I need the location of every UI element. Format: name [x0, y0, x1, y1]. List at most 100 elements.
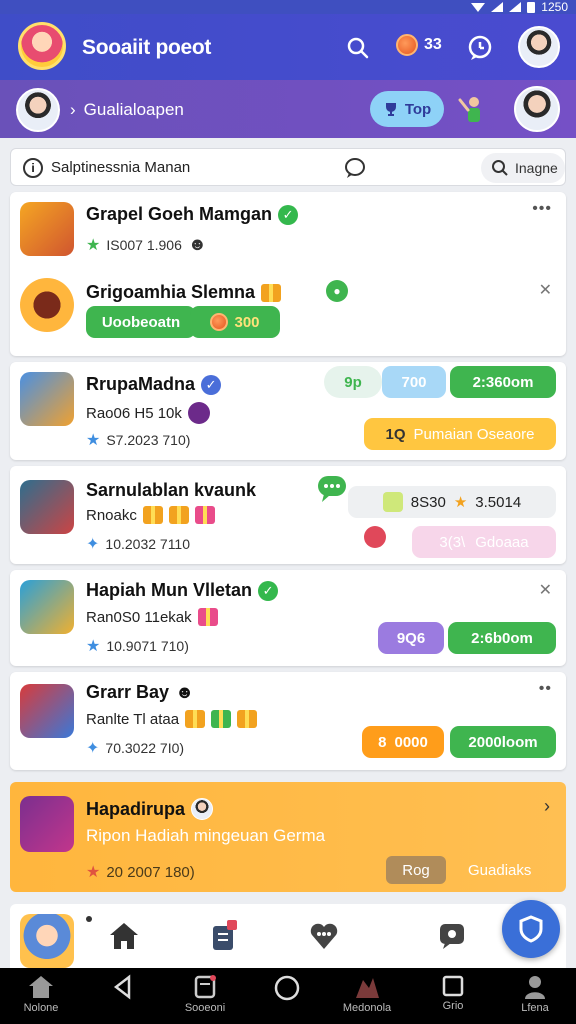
- game-stat: ✦ 10.2032 7110: [86, 536, 191, 553]
- star-icon: ★: [86, 864, 101, 881]
- ticket-icon: [382, 492, 403, 512]
- game-title: Grarr Bay ☻: [86, 682, 195, 702]
- game-card[interactable]: RrupaMadna ✓ Rao06 H5 10k ★ S7.2023 710)…: [10, 362, 566, 460]
- search-field-label: Inagne: [515, 160, 558, 176]
- sub-bar-title: Gualialoapen: [83, 100, 184, 119]
- badge-icon: [364, 526, 386, 548]
- waving-person-icon: [458, 97, 480, 122]
- promo-subtitle: Ripon Hadiah mingeuan Germa: [86, 826, 326, 845]
- smile-icon: ☻: [187, 234, 207, 254]
- promo-box-icon: [20, 796, 74, 852]
- ticket-pill[interactable]: 8 0000: [362, 726, 444, 758]
- promo-card[interactable]: Hapadirupa Ripon Hadiah mingeuan Germa ★…: [10, 782, 566, 892]
- score-bar[interactable]: 8S30 ★ 3.5014: [348, 486, 556, 518]
- star-icon: ★: [453, 494, 468, 511]
- back-button[interactable]: [88, 974, 158, 1000]
- bottom-tab-bar: [10, 904, 566, 968]
- coin-reward-pill[interactable]: 300: [190, 306, 280, 338]
- online-badge: ●: [326, 280, 348, 302]
- promo-link[interactable]: Guadiaks: [468, 862, 531, 879]
- chat-bubble-icon[interactable]: [316, 474, 350, 504]
- chat-button[interactable]: [464, 32, 496, 64]
- nav-home[interactable]: Nolone: [6, 974, 76, 1014]
- circle-home-icon: [274, 975, 300, 1001]
- tab-messages[interactable]: [306, 918, 342, 954]
- star-icon: ✦: [86, 740, 100, 757]
- app-title: Sooaiit poeot: [82, 36, 212, 59]
- promo-banner[interactable]: 1Q Pumaian Oseaore: [364, 418, 556, 450]
- gift-icon: [197, 608, 218, 626]
- more-icon[interactable]: ••: [539, 680, 552, 698]
- gift-icon: [168, 506, 189, 524]
- top-button[interactable]: Top: [370, 91, 444, 127]
- game-stat: ✦ 70.3022 7I0): [86, 740, 185, 757]
- search-field[interactable]: Inagne: [481, 153, 565, 183]
- star-icon: ✦: [86, 536, 100, 553]
- nav-recents[interactable]: Sooeoni: [170, 974, 240, 1014]
- close-icon[interactable]: ✕: [539, 280, 552, 300]
- notes-icon: [213, 920, 237, 950]
- subscribe-pill[interactable]: Uoobeoatn: [86, 306, 196, 338]
- close-icon[interactable]: ✕: [539, 580, 552, 600]
- nav-profile[interactable]: Lfena: [500, 974, 570, 1014]
- tab-activity[interactable]: [434, 918, 470, 954]
- coin-icon: [210, 313, 229, 331]
- tab-profile[interactable]: [20, 914, 74, 968]
- game-card[interactable]: Grapel Goeh Mamgan ✓ ★ IS007 1.906 ☻ •••…: [10, 192, 566, 356]
- medal-icon: [187, 402, 210, 424]
- promo-stat: ★ 20 2007 180): [86, 863, 195, 882]
- battery-icon: [527, 1, 536, 13]
- game-subtitle: Ranlte Tl ataa: [86, 710, 258, 728]
- coin-balance[interactable]: 33: [396, 34, 442, 56]
- search-button[interactable]: [338, 28, 378, 68]
- star-icon: ★: [86, 432, 101, 449]
- comment-icon[interactable]: [343, 157, 367, 179]
- system-indicators: 1250: [471, 0, 568, 14]
- game-card[interactable]: Grarr Bay ☻ Ranlte Tl ataa ✦ 70.3022 7I0…: [10, 672, 566, 770]
- tab-notes[interactable]: [206, 918, 242, 954]
- wifi-icon: [471, 2, 486, 12]
- friend-avatar[interactable]: [514, 86, 560, 132]
- nav-media[interactable]: Medonola: [332, 974, 402, 1014]
- status-bar: 1250: [0, 0, 576, 14]
- info-icon[interactable]: i: [23, 158, 43, 178]
- game-subtitle: Rao06 H5 10k: [86, 402, 210, 424]
- reward-pill[interactable]: 2:360om: [450, 366, 556, 398]
- sub-bar-breadcrumb[interactable]: › Gualialoapen: [70, 100, 184, 120]
- level-pill[interactable]: 9Q6: [378, 622, 444, 654]
- tab-home[interactable]: [106, 918, 142, 954]
- reward-pill[interactable]: 2:6b0om: [448, 622, 556, 654]
- game-title: Sarnulablan kvaunk: [86, 480, 257, 500]
- game-subtitle: Rnoakc: [86, 506, 215, 524]
- user-avatar[interactable]: [518, 26, 560, 68]
- shield-fab[interactable]: [502, 900, 560, 958]
- person-icon: [525, 976, 545, 999]
- gift-icon: [194, 506, 215, 524]
- reward-pill[interactable]: 2000loom: [450, 726, 556, 758]
- pencil-icon: [261, 283, 282, 302]
- game-subtitle: Ran0S0 11ekak: [86, 608, 218, 626]
- recents-icon: [194, 975, 216, 999]
- home-icon: [29, 976, 53, 998]
- search-icon: [492, 160, 508, 176]
- gift-icon: [237, 710, 258, 728]
- promo-button[interactable]: Rog: [386, 856, 446, 884]
- filter-label: Salptinessnia Manan: [51, 159, 191, 176]
- app-logo[interactable]: [18, 22, 66, 70]
- app-bar: Sooaiit poeot 33: [0, 14, 576, 80]
- chevron-right-icon[interactable]: ›: [544, 796, 550, 817]
- promo-title: Hapadirupa: [86, 798, 214, 820]
- home-button[interactable]: [252, 974, 322, 1002]
- score-pill[interactable]: 700: [382, 366, 446, 398]
- sub-bar: › Gualialoapen Top: [0, 80, 576, 138]
- game-stat: ★ 10.9071 710): [86, 638, 189, 655]
- tag-pill[interactable]: 9p: [324, 366, 382, 398]
- profile-avatar[interactable]: [16, 88, 60, 132]
- pink-pill[interactable]: 3(3\ Gdoaaa: [412, 526, 556, 558]
- game-card[interactable]: Hapiah Mun Vlletan ✓ Ran0S0 11ekak ★ 10.…: [10, 570, 566, 666]
- game-card[interactable]: Sarnulablan kvaunk Rnoakc ✦ 10.2032 7110…: [10, 466, 566, 564]
- trophy-icon: [385, 103, 396, 116]
- back-icon: [113, 974, 131, 1000]
- nav-grid[interactable]: Grio: [418, 974, 488, 1012]
- more-icon[interactable]: •••: [532, 200, 552, 218]
